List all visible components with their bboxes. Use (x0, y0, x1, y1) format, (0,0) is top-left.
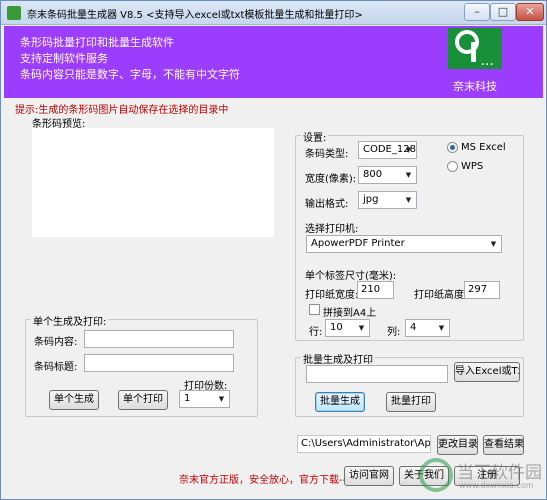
excel-radio-label: MS Excel (461, 142, 506, 153)
copies-select[interactable]: 1 ▼ (179, 390, 230, 408)
paper-height-label: 打印纸高度: (414, 290, 468, 301)
batch-group-title: 批量生成及打印 (301, 351, 375, 366)
download-logo-icon (419, 458, 453, 492)
barcode-type-select[interactable]: CODE_128 ▼ (358, 141, 417, 159)
minimize-button[interactable]: – (464, 3, 490, 21)
batch-generate-button[interactable]: 批量生成 (315, 392, 365, 412)
output-path-field[interactable]: C:\Users\Administrator\AppData\I (297, 435, 431, 453)
banner-line-2: 支持定制软件服务 (20, 52, 108, 65)
width-select[interactable]: 800 ▼ (358, 166, 417, 184)
paper-width-label: 打印纸宽度: (305, 290, 359, 301)
tile-a4-checkbox[interactable] (309, 304, 320, 315)
chevron-down-icon: ▼ (358, 324, 365, 332)
label-size-title: 单个标签尺寸(毫米): (305, 271, 397, 282)
banner-line-1: 条形码批量打印和批量生成软件 (20, 36, 174, 49)
single-generate-button[interactable]: 单个生成 (49, 390, 99, 410)
maximize-button[interactable]: □ (490, 3, 516, 21)
col-label: 列: (387, 327, 401, 338)
settings-group-title: 设置: (301, 129, 329, 144)
wps-radio[interactable] (447, 161, 458, 172)
barcode-type-label: 条码类型: (305, 149, 349, 160)
app-window: 奈末条码批量生成器 V8.5 <支持导入excel或txt模板批量生成和批量打印… (0, 0, 547, 500)
import-file-button[interactable]: 导入Excel或Txt (454, 362, 520, 382)
chevron-down-icon: ▼ (438, 324, 445, 332)
change-directory-button[interactable]: 更改目录 (437, 435, 478, 455)
official-download-text: 奈末官方正版，安全放心，官方下载--> (179, 475, 355, 486)
row-label: 行: (309, 327, 323, 338)
app-icon (7, 6, 21, 20)
single-group-title: 单个生成及打印: (31, 313, 109, 328)
brand-name: 奈末科技 (453, 80, 497, 93)
barcode-title-input[interactable] (84, 354, 234, 372)
batch-print-button[interactable]: 批量打印 (386, 392, 436, 412)
tile-a4-label: 拼接到A4上 (323, 308, 377, 319)
watermark-url: www.downxia.com (459, 481, 534, 490)
col-select[interactable]: 4 ▼ (405, 319, 450, 337)
banner-line-3: 条码内容只能是数字、字母，不能有中文字符 (20, 68, 240, 81)
format-label: 输出格式: (305, 199, 349, 210)
row-select[interactable]: 10 ▼ (325, 319, 370, 337)
save-hint: 提示:生成的条形码图片自动保存在选择的目录中 (15, 105, 229, 116)
paper-height-input[interactable]: 297 (464, 281, 500, 299)
chevron-down-icon: ▼ (218, 395, 225, 403)
logo-dots: ... (481, 58, 495, 68)
content-label: 条码内容: (34, 337, 78, 348)
format-select[interactable]: jpg ▼ (358, 191, 417, 209)
barcode-content-input[interactable] (84, 330, 234, 348)
close-button[interactable]: ✕ (516, 3, 544, 21)
title-bar[interactable]: 奈末条码批量生成器 V8.5 <支持导入excel或txt模板批量生成和批量打印… (1, 1, 546, 25)
watermark: 当下软件园 www.downxia.com (419, 454, 543, 498)
watermark-text: 当下软件园 (457, 463, 542, 483)
barcode-preview (32, 128, 274, 237)
printer-label: 选择打印机: (305, 224, 359, 235)
width-label: 宽度(像素): (305, 174, 357, 185)
chevron-down-icon: ▼ (405, 171, 412, 179)
batch-file-input[interactable] (306, 365, 448, 383)
title-label: 条码标题: (34, 362, 78, 373)
chevron-down-icon: ▼ (405, 146, 412, 154)
visit-website-button[interactable]: 访问官网 (344, 466, 394, 486)
chevron-down-icon: ▼ (490, 240, 497, 248)
paper-width-input[interactable]: 210 (357, 281, 394, 299)
window-title: 奈末条码批量生成器 V8.5 <支持导入excel或txt模板批量生成和批量打印… (27, 10, 363, 21)
chevron-down-icon: ▼ (405, 196, 412, 204)
printer-select[interactable]: ApowerPDF Printer ▼ (306, 235, 502, 253)
view-results-button[interactable]: 查看结果 (483, 435, 524, 455)
wps-radio-label: WPS (461, 161, 484, 172)
single-print-button[interactable]: 单个打印 (118, 390, 168, 410)
excel-radio[interactable] (447, 142, 458, 153)
brand-logo: ... (448, 28, 502, 69)
